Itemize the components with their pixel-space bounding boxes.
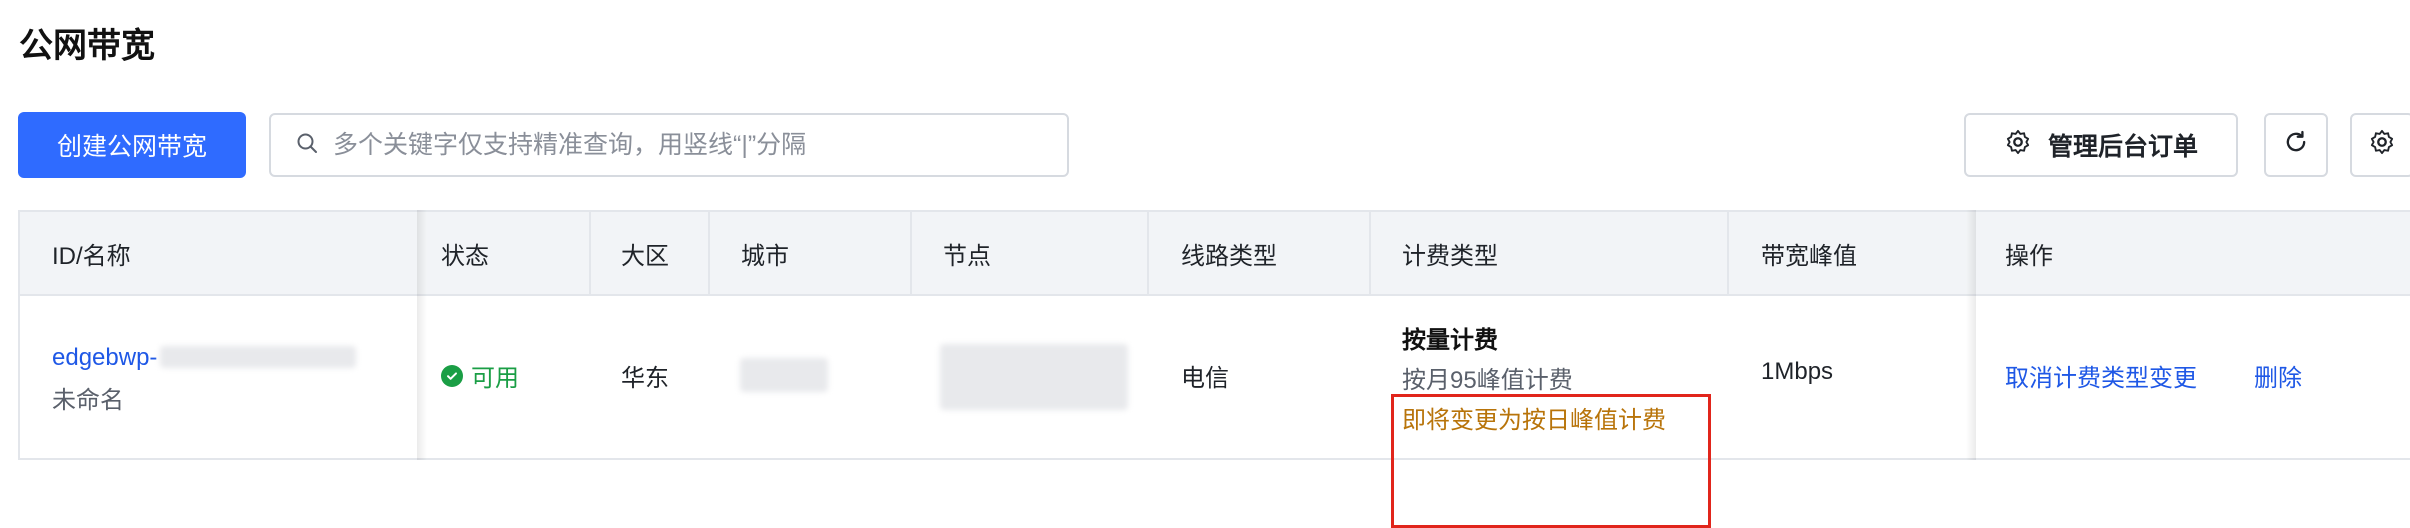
column-header-node: 节点 xyxy=(943,242,991,270)
resource-name: 未命名 xyxy=(52,387,124,414)
refresh-icon xyxy=(2282,128,2310,163)
column-header-status: 状态 xyxy=(441,242,489,270)
column-divider xyxy=(1147,212,1149,294)
order-management-button[interactable]: 管理后台订单 xyxy=(1964,113,2238,177)
settings-icon xyxy=(2368,128,2396,163)
refresh-button[interactable] xyxy=(2264,113,2328,177)
column-header-billing-type: 计费类型 xyxy=(1402,242,1498,270)
column-header-actions: 操作 xyxy=(2005,242,2053,270)
column-header-id-name: ID/名称 xyxy=(52,242,131,270)
resource-id-link[interactable]: edgebwp- xyxy=(52,344,157,372)
check-circle-icon xyxy=(441,364,463,387)
cancel-billing-change-link[interactable]: 取消计费类型变更 xyxy=(2005,358,2197,393)
create-bandwidth-button[interactable]: 创建公网带宽 xyxy=(18,112,246,178)
page-title: 公网带宽 xyxy=(19,27,155,65)
fixed-column-shadow xyxy=(1966,210,1976,460)
column-header-city: 城市 xyxy=(741,242,789,270)
column-header-bandwidth-peak: 带宽峰值 xyxy=(1761,242,1857,270)
table-row: edgebwp- 未命名 可用 华东 电信 按量计费 按月95峰值计费 即将变更… xyxy=(18,296,2410,528)
region-cell: 华东 xyxy=(621,365,669,392)
column-divider xyxy=(910,212,912,294)
search-icon xyxy=(295,131,319,160)
redacted-node xyxy=(940,344,1128,410)
column-divider xyxy=(708,212,710,294)
column-divider xyxy=(589,212,591,294)
table-settings-button[interactable] xyxy=(2350,113,2410,177)
column-header-line-type: 线路类型 xyxy=(1181,242,1277,270)
bandwidth-table: ID/名称 状态 大区 城市 节点 线路类型 计费类型 带宽峰值 操作 edge… xyxy=(18,210,2410,528)
toolbar: 创建公网带宽 管理后台订单 xyxy=(0,112,2410,178)
table-left-border xyxy=(18,210,20,460)
redacted-id xyxy=(160,346,356,368)
search-input[interactable] xyxy=(331,129,1067,161)
column-divider xyxy=(1727,212,1729,294)
status-badge: 可用 xyxy=(441,358,519,393)
column-divider xyxy=(1369,212,1371,294)
order-management-label: 管理后台订单 xyxy=(2047,133,2198,161)
billing-highlight-box xyxy=(1391,394,1711,528)
status-text: 可用 xyxy=(471,365,519,392)
gear-icon xyxy=(2004,128,2048,163)
fixed-column-shadow xyxy=(417,210,427,460)
billing-subtype: 按月95峰值计费 xyxy=(1402,367,1573,394)
search-box[interactable] xyxy=(269,113,1069,177)
line-type-cell: 电信 xyxy=(1181,365,1229,392)
bandwidth-peak-cell: 1Mbps xyxy=(1761,358,1834,385)
delete-link[interactable]: 删除 xyxy=(2254,358,2302,393)
billing-type: 按量计费 xyxy=(1402,327,1498,354)
table-header: ID/名称 状态 大区 城市 节点 线路类型 计费类型 带宽峰值 操作 xyxy=(18,210,2410,296)
redacted-city xyxy=(740,358,828,392)
column-header-region: 大区 xyxy=(621,242,669,270)
